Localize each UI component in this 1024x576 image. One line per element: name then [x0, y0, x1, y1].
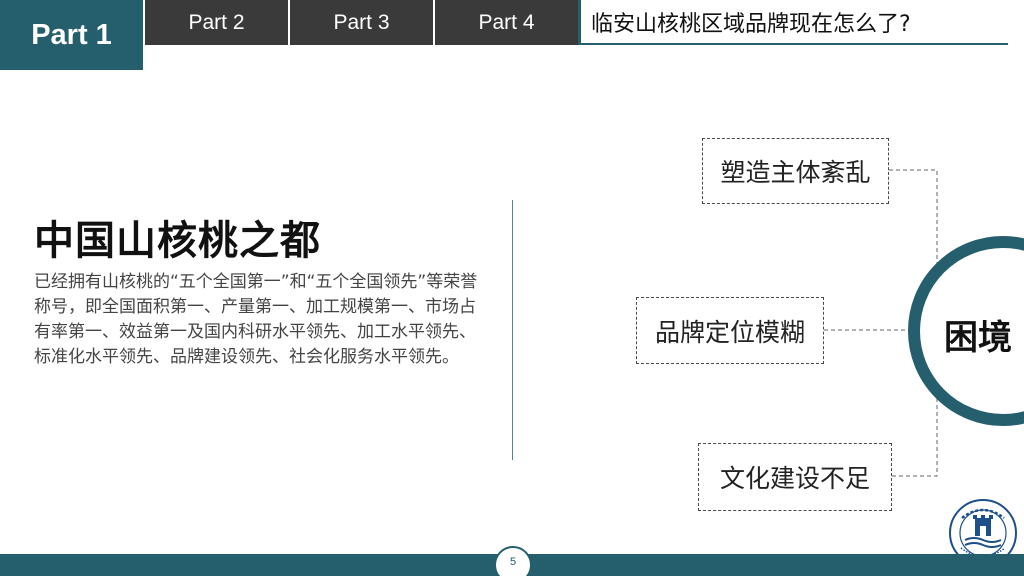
core-label: 困境 — [944, 318, 1012, 358]
issue-box-branding-subject: 塑造主体紊乱 — [702, 138, 889, 204]
tab-part-4[interactable]: Part 4 — [435, 0, 578, 45]
vertical-divider — [512, 200, 513, 460]
slide: Part 1 Part 2 Part 3 Part 4 临安山核桃区域品牌现在怎… — [0, 0, 1024, 576]
description-text: 已经拥有山核桃的“五个全国第一”和“五个全国领先”等荣誉称号，即全国面积第一、产… — [34, 272, 478, 367]
issue-box-culture-building: 文化建设不足 — [698, 443, 892, 511]
issue-box-brand-positioning: 品牌定位模糊 — [636, 297, 824, 364]
main-heading: 中国山核桃之都 — [34, 218, 321, 264]
tab-part-1[interactable]: Part 1 — [0, 0, 143, 70]
page-number: 5 — [509, 556, 517, 568]
tab-part-3[interactable]: Part 3 — [290, 0, 433, 45]
tab-part-2[interactable]: Part 2 — [145, 0, 288, 45]
section-title: 临安山核桃区域品牌现在怎么了? — [578, 0, 1008, 45]
